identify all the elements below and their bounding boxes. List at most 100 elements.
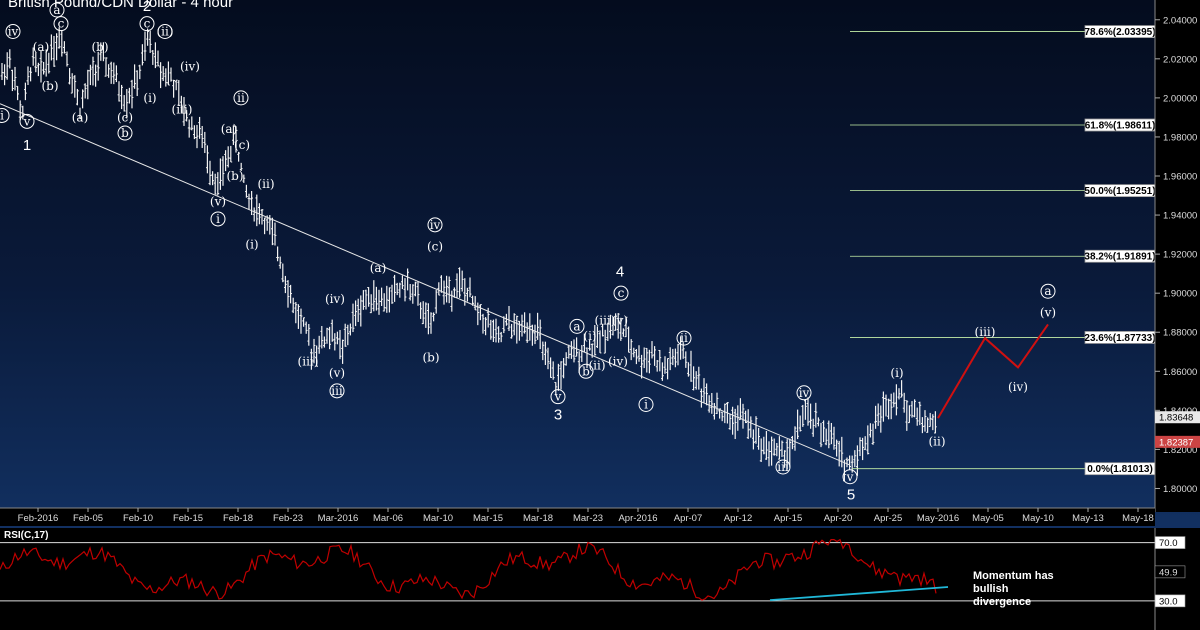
x-tick-label: Feb-10 [123, 513, 153, 524]
wave-label: (b) [91, 40, 108, 54]
wave-label: (i) [890, 366, 903, 380]
wave-label: i [216, 212, 220, 226]
price-tag: 1.83648 [1159, 413, 1193, 424]
wave-label: (ii) [588, 358, 605, 372]
x-tick-label: Feb-23 [273, 513, 303, 524]
fib-label: 38.2%(1.91891) [1084, 252, 1155, 263]
wave-label: (c) [234, 138, 250, 152]
x-tick-label: Apr-20 [824, 513, 853, 524]
wave-label: iii [331, 384, 343, 398]
trend-line [0, 103, 851, 466]
wave-label: v [846, 470, 854, 484]
price-chart: 78.6%(2.03395) 61.8%(1.98611) 50.0%(1.9525… [0, 0, 1200, 630]
wave-label: (v) [1040, 306, 1056, 320]
y-tick-label: 1.94000 [1163, 211, 1197, 222]
wave-label: i [0, 108, 4, 122]
x-tick-label: Mar-23 [573, 513, 603, 524]
y-tick-label: 1.88000 [1163, 328, 1197, 339]
wave-label: (ii) [156, 24, 173, 38]
wave-label: iii [777, 460, 789, 474]
wave-label: (i) [583, 329, 596, 343]
wave-label: (i) [245, 237, 258, 251]
wave-labels: ivac(a)(b)vi(b)(a) (c)bc(ii)(i)(iv)(iii)i… [0, 0, 1056, 503]
wave-label: (ii) [928, 435, 945, 449]
price-bars [0, 27, 937, 482]
wave-label: (b) [41, 79, 58, 93]
wave-label: (c) [117, 110, 133, 124]
x-tick-label: Feb-18 [223, 513, 253, 524]
fib-label: 61.8%(1.98611) [1085, 121, 1156, 132]
wave-label: c [58, 17, 65, 31]
y-tick-label: 1.98000 [1163, 132, 1197, 143]
wave-label: (iii) [298, 355, 319, 369]
wave-label: (v) [612, 314, 628, 328]
wave-label: v [23, 114, 31, 128]
wave-label: (iii) [975, 325, 996, 339]
wave-label: b [121, 126, 129, 140]
fib-label: 50.0%(1.95251) [1084, 186, 1155, 197]
x-tick-label: May-05 [972, 513, 1004, 524]
y-tick-label: 1.86000 [1163, 367, 1197, 378]
wave-label: (b) [226, 169, 243, 183]
y-tick-label: 1.90000 [1163, 289, 1197, 300]
wave-label: (b) [422, 351, 439, 365]
chart-canvas: { "chart_data": { "type": "bar", "title"… [0, 0, 1200, 630]
x-tick-label: May-2016 [917, 513, 959, 524]
x-tick-label: Mar-10 [423, 513, 453, 524]
wave-label: (iv) [608, 355, 628, 369]
price-tag: 1.82387 [1159, 437, 1193, 448]
wave-label: (a) [72, 110, 89, 124]
x-tick-label: Apr-2016 [618, 513, 657, 524]
wave-label: ii [680, 331, 688, 345]
wave-label: iv [430, 218, 441, 232]
x-tick-label: Mar-2016 [318, 513, 359, 524]
wave-label: v [554, 390, 562, 404]
wave-label: (a) [370, 261, 387, 275]
wave-label: (iii) [172, 103, 193, 117]
wave-label: 3 [554, 406, 562, 423]
y-tick-label: 1.96000 [1163, 172, 1197, 183]
x-tick-label: Mar-15 [473, 513, 503, 524]
x-tick-label: Apr-12 [724, 513, 753, 524]
x-axis: Feb-2016 Feb-05 Feb-10 Feb-15 Feb-18 Feb-23 Ma… [0, 507, 1155, 526]
wave-label: 1 [23, 137, 31, 154]
wave-label: (c) [427, 239, 443, 253]
wave-label: c [144, 17, 151, 31]
wave-label: (v) [210, 194, 226, 208]
wave-label: iv [8, 24, 19, 38]
wave-label: a [1044, 284, 1051, 298]
x-tick-label: Mar-18 [523, 513, 553, 524]
x-tick-label: May-13 [1072, 513, 1104, 524]
x-tick-label: May-18 [1122, 513, 1154, 524]
fib-label: 0.0%(1.81013) [1087, 464, 1153, 475]
wave-label: (i) [143, 91, 156, 105]
x-tick-label: Apr-25 [874, 513, 903, 524]
wave-label: 4 [616, 264, 624, 281]
wave-label: iv [799, 386, 810, 400]
wave-label: (a) [221, 122, 238, 136]
y-tick-label: 2.02000 [1163, 54, 1197, 65]
fib-label: 78.6%(2.03395) [1084, 27, 1155, 38]
rsi-level-label: 70.0 [1159, 538, 1178, 549]
wave-label: (a) [33, 40, 50, 54]
x-tick-label: Feb-15 [173, 513, 203, 524]
rsi-label: RSI(C,17) [4, 530, 49, 541]
y-axis: 1.800001.820001.840001.860001.880001.900… [1154, 0, 1200, 512]
wave-label: (iv) [1008, 380, 1028, 394]
x-tick-label: Feb-2016 [18, 513, 59, 524]
wave-label: c [618, 286, 625, 300]
wave-label: 5 [847, 486, 855, 503]
wave-label: (iv) [180, 60, 200, 74]
fib-label: 23.6%(1.87733) [1084, 333, 1155, 344]
rsi-level-label: 30.0 [1159, 596, 1178, 607]
y-tick-label: 1.80000 [1163, 484, 1197, 495]
x-tick-label: Mar-06 [373, 513, 403, 524]
x-tick-label: Apr-15 [774, 513, 803, 524]
wave-label: (ii) [257, 177, 274, 191]
wave-label: ii [237, 91, 245, 105]
x-tick-label: Apr-07 [674, 513, 703, 524]
y-tick-label: 1.92000 [1163, 250, 1197, 261]
y-tick-label: 2.00000 [1163, 93, 1197, 104]
divergence-note: Momentum has bullish divergence [973, 570, 1054, 608]
rsi-level-label: 49.9 [1159, 567, 1178, 578]
